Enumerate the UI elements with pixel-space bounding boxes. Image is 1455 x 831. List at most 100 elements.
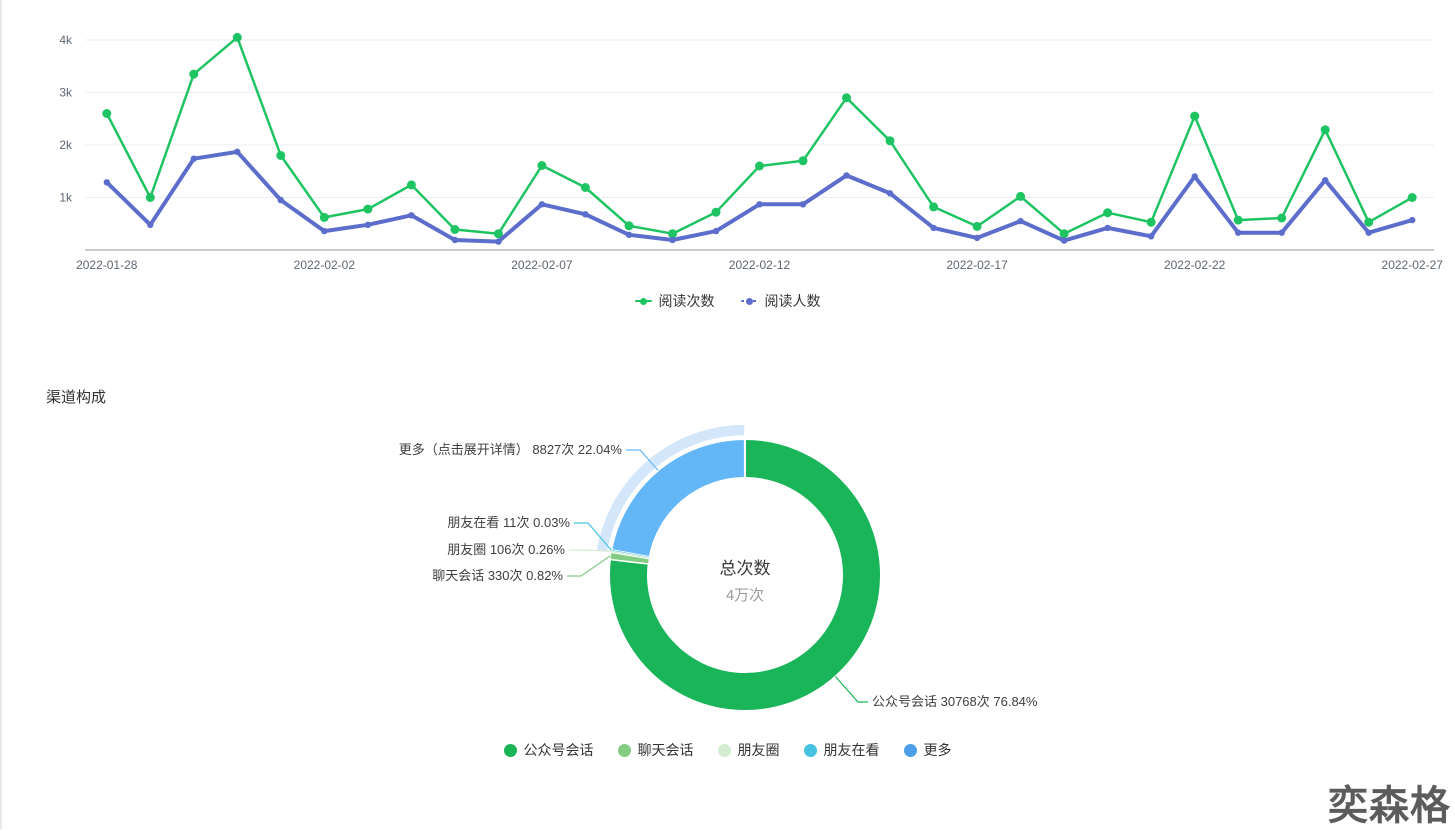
pie-legend-item-朋友在看[interactable]: 朋友在看 bbox=[804, 740, 880, 760]
data-point bbox=[756, 201, 762, 207]
pie-legend-item-朋友圈[interactable]: 朋友圈 bbox=[718, 740, 780, 760]
data-point bbox=[712, 208, 721, 217]
data-point bbox=[278, 197, 284, 203]
data-point bbox=[1366, 230, 1372, 236]
data-point bbox=[1190, 112, 1199, 121]
data-point bbox=[887, 190, 893, 196]
data-point bbox=[495, 238, 501, 244]
x-tick-label: 2022-02-17 bbox=[946, 258, 1008, 272]
donut-center-label: 总次数 4万次 bbox=[595, 554, 895, 605]
data-point bbox=[1277, 214, 1286, 223]
data-point bbox=[1279, 230, 1285, 236]
data-point bbox=[713, 228, 719, 234]
legend-item-阅读人数[interactable]: 阅读人数 bbox=[741, 291, 821, 311]
data-point bbox=[537, 161, 546, 170]
pie-callout-公众号会话: 公众号会话 30768次 76.84% bbox=[872, 694, 1037, 709]
data-point bbox=[842, 93, 851, 102]
legend-label: 阅读人数 bbox=[765, 291, 821, 311]
data-point bbox=[581, 183, 590, 192]
data-point bbox=[625, 221, 634, 230]
data-point bbox=[929, 202, 938, 211]
data-point bbox=[1060, 229, 1069, 238]
legend-item-阅读次数[interactable]: 阅读次数 bbox=[635, 291, 715, 311]
data-point bbox=[1409, 217, 1415, 223]
pie-legend-item-聊天会话[interactable]: 聊天会话 bbox=[618, 740, 694, 760]
data-point bbox=[1104, 225, 1110, 231]
data-point bbox=[930, 225, 936, 231]
data-point bbox=[626, 232, 632, 238]
data-point bbox=[321, 228, 327, 234]
legend-dot-icon bbox=[504, 744, 517, 757]
leader-line-公众号会话 bbox=[836, 677, 869, 702]
data-point bbox=[320, 213, 329, 222]
read-trend-line-chart[interactable]: 1k2k3k4k2022-01-282022-02-022022-02-0720… bbox=[0, 0, 1455, 282]
pie-legend-label: 聊天会话 bbox=[638, 740, 694, 760]
data-point bbox=[1192, 173, 1198, 179]
legend-dot-icon bbox=[804, 744, 817, 757]
data-point bbox=[1148, 233, 1154, 239]
legend-dot-icon bbox=[904, 744, 917, 757]
data-point bbox=[365, 222, 371, 228]
x-tick-label: 2022-02-22 bbox=[1164, 258, 1226, 272]
data-point bbox=[233, 33, 242, 42]
pie-callout-朋友圈: 朋友圈 106次 0.26% bbox=[447, 542, 565, 557]
data-point bbox=[973, 222, 982, 231]
pie-callout-朋友在看: 朋友在看 11次 0.03% bbox=[447, 515, 570, 530]
data-point bbox=[1322, 177, 1328, 183]
x-tick-label: 2022-02-07 bbox=[511, 258, 573, 272]
pie-legend-item-更多[interactable]: 更多 bbox=[904, 740, 952, 760]
legend-dot-icon bbox=[718, 744, 731, 757]
pie-callout-更多[interactable]: 更多（点击展开详情） 8827次 22.04% bbox=[399, 442, 622, 457]
data-point bbox=[1103, 208, 1112, 217]
data-point bbox=[104, 179, 110, 185]
data-point bbox=[146, 193, 155, 202]
analytics-page: 1k2k3k4k2022-01-282022-02-022022-02-0720… bbox=[0, 0, 1455, 829]
data-point bbox=[147, 222, 153, 228]
line-legend-marker-icon bbox=[741, 297, 758, 306]
data-point bbox=[800, 201, 806, 207]
data-point bbox=[1408, 193, 1417, 202]
donut-center-value: 4万次 bbox=[595, 584, 895, 605]
data-point bbox=[1147, 218, 1156, 227]
legend-label: 阅读次数 bbox=[659, 291, 715, 311]
pie-slice-更多[interactable] bbox=[611, 439, 745, 557]
data-point bbox=[408, 212, 414, 218]
data-point bbox=[189, 70, 198, 79]
pie-legend-label: 朋友圈 bbox=[738, 740, 780, 760]
data-point bbox=[452, 237, 458, 243]
data-point bbox=[276, 151, 285, 160]
pie-legend-item-公众号会话[interactable]: 公众号会话 bbox=[504, 740, 594, 760]
data-point bbox=[582, 211, 588, 217]
line-chart-legend: 阅读次数 阅读人数 bbox=[0, 291, 1455, 311]
data-point bbox=[974, 235, 980, 241]
y-tick-label: 1k bbox=[59, 191, 73, 205]
y-tick-label: 4k bbox=[59, 33, 73, 47]
watermark-logo: 奕森格 bbox=[1328, 773, 1451, 831]
x-tick-label: 2022-02-27 bbox=[1382, 258, 1444, 272]
data-point bbox=[1235, 230, 1241, 236]
pie-legend-label: 朋友在看 bbox=[824, 740, 880, 760]
data-point bbox=[234, 149, 240, 155]
pie-chart-legend: 公众号会话 聊天会话 朋友圈 朋友在看 更多 bbox=[0, 740, 1455, 760]
x-tick-label: 2022-01-28 bbox=[76, 258, 138, 272]
y-tick-label: 2k bbox=[59, 138, 73, 152]
data-point bbox=[755, 162, 764, 171]
pie-legend-label: 更多 bbox=[924, 740, 952, 760]
data-point bbox=[407, 180, 416, 189]
data-point bbox=[1017, 218, 1023, 224]
x-tick-label: 2022-02-12 bbox=[729, 258, 791, 272]
data-point bbox=[1234, 216, 1243, 225]
legend-dot-icon bbox=[618, 744, 631, 757]
data-point bbox=[363, 205, 372, 214]
data-point bbox=[1321, 125, 1330, 134]
data-point bbox=[102, 109, 111, 118]
data-point bbox=[191, 156, 197, 162]
data-point bbox=[1061, 237, 1067, 243]
data-point bbox=[1016, 192, 1025, 201]
data-point bbox=[539, 201, 545, 207]
data-point bbox=[669, 237, 675, 243]
donut-center-title: 总次数 bbox=[595, 554, 895, 579]
y-tick-label: 3k bbox=[59, 86, 73, 100]
data-point bbox=[886, 136, 895, 145]
pie-callout-聊天会话: 聊天会话 330次 0.82% bbox=[432, 568, 563, 583]
